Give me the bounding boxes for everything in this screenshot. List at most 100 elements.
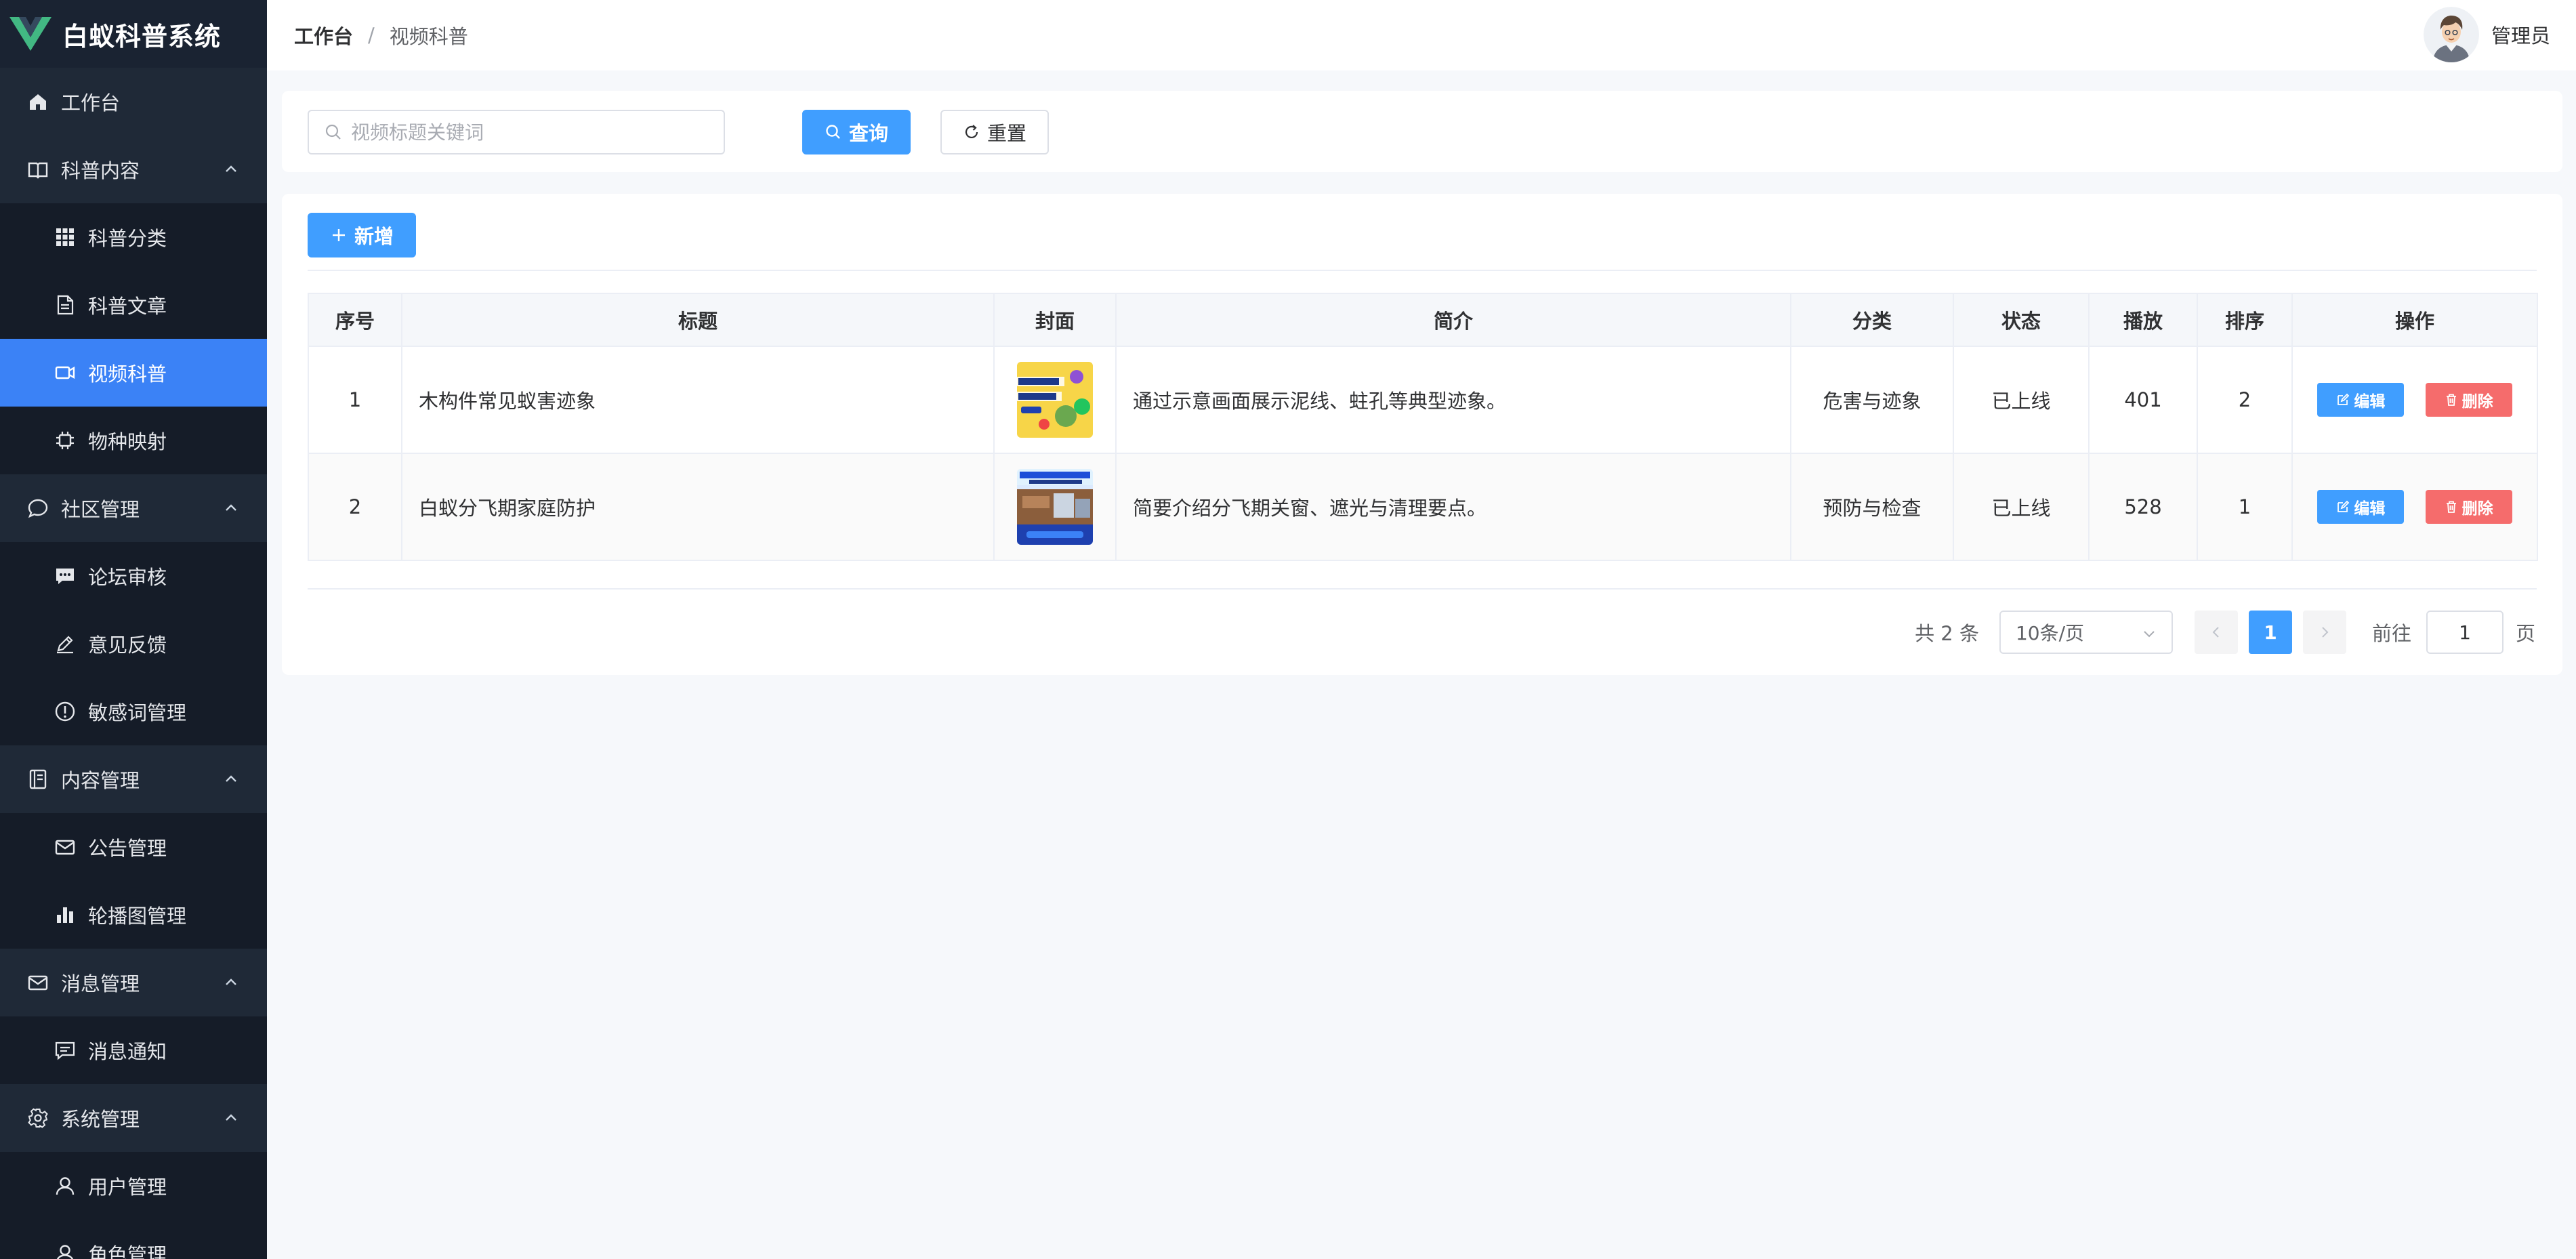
column-header-category[interactable]: 分类 [1790,293,1954,347]
reset-button[interactable]: 重置 [940,110,1049,154]
video-icon [54,362,76,384]
sidebar-group-content[interactable]: 内容管理 [0,745,267,813]
sidebar: 白蚁科普系统 工作台 科普内容 科普分类 科普文章 视频科普 物种映射 社区管理… [0,0,267,1259]
edit-button[interactable]: 编辑 [2317,383,2405,417]
search-input-wrapper[interactable] [308,110,725,154]
chevron-up-icon [226,165,236,172]
sidebar-item-sensitive-words[interactable]: 敏感词管理 [0,678,267,745]
chevron-right-icon [2322,627,2329,638]
table-header-row: 序号 标题 封面 简介 分类 状态 播放 排序 操作 [308,293,2538,347]
sidebar-item-categories[interactable]: 科普分类 [0,203,267,271]
sidebar-group-community[interactable]: 社区管理 [0,474,267,542]
video-list-panel: 新增 序号 标题 封面 简介 分类 状态 播放 排序 操作 1 木构件常见蚁害迹… [282,194,2562,675]
edit-pen-icon [54,633,76,655]
goto-page-input[interactable]: 1 [2426,611,2504,654]
column-header-actions[interactable]: 操作 [2291,293,2538,347]
page-number-current[interactable]: 1 [2248,611,2292,654]
sidebar-item-label: 消息通知 [88,1040,167,1063]
goto-label: 前往 [2371,622,2411,645]
delete-button[interactable]: 删除 [2425,383,2512,417]
search-icon [325,124,341,140]
sidebar-item-species[interactable]: 物种映射 [0,407,267,474]
page-size-value: 10条/页 [2015,622,2085,644]
video-table: 序号 标题 封面 简介 分类 状态 播放 排序 操作 1 木构件常见蚁害迹象 通… [308,293,2538,561]
edit-button[interactable]: 编辑 [2317,490,2405,524]
column-header-cover[interactable]: 封面 [993,293,1117,347]
cell-plays: 401 [2088,346,2198,454]
table-bottom-divider [308,588,2537,590]
sidebar-item-announcements[interactable]: 公告管理 [0,813,267,881]
sidebar-item-label: 角色管理 [88,1243,167,1259]
chevron-down-icon [2144,631,2155,638]
sidebar-item-users[interactable]: 用户管理 [0,1152,267,1220]
chat-square-icon [54,1039,76,1061]
add-button[interactable]: 新增 [308,213,416,257]
column-header-sort[interactable]: 排序 [2197,293,2293,347]
sidebar-item-forum-review[interactable]: 论坛审核 [0,542,267,610]
column-header-index[interactable]: 序号 [308,293,402,347]
logo[interactable]: 白蚁科普系统 [0,0,267,68]
home-icon [27,91,49,112]
delete-button[interactable]: 删除 [2425,490,2512,524]
pagination-total: 共 2 条 [1915,622,1979,645]
sidebar-item-roles[interactable]: 角色管理 [0,1220,267,1259]
cover-thumbnail[interactable] [1017,469,1093,545]
sidebar-item-workbench[interactable]: 工作台 [0,68,267,136]
sidebar-item-label: 科普内容 [61,159,140,182]
sidebar-item-label: 工作台 [61,91,121,115]
breadcrumb-root[interactable]: 工作台 [294,21,353,49]
reset-button-label: 重置 [986,122,1026,145]
sidebar-item-label: 科普分类 [88,227,167,250]
grid-icon [54,226,76,248]
notebook-icon [27,768,49,790]
search-input[interactable] [351,121,717,144]
trash-icon [2446,394,2456,406]
sidebar-group-science-content[interactable]: 科普内容 [0,136,267,203]
message-icon [54,565,76,587]
sidebar-item-carousel[interactable]: 轮播图管理 [0,881,267,949]
bar-chart-icon [54,904,76,926]
sidebar-item-articles[interactable]: 科普文章 [0,271,267,339]
column-header-plays[interactable]: 播放 [2088,293,2198,347]
sidebar-item-label: 科普文章 [88,295,167,318]
prev-page-button[interactable] [2194,611,2238,654]
trash-icon [2446,501,2456,513]
chevron-up-icon [226,978,236,985]
user-menu[interactable]: 管理员 [2423,7,2550,62]
column-header-status[interactable]: 状态 [1953,293,2090,347]
edit-button-label: 编辑 [2354,393,2386,411]
sidebar-item-label: 敏感词管理 [88,701,187,724]
query-button[interactable]: 查询 [802,110,911,154]
document-icon [54,294,76,316]
sidebar-item-label: 公告管理 [88,837,167,860]
sidebar-item-label: 用户管理 [88,1176,167,1199]
sidebar-item-label: 社区管理 [61,498,140,521]
delete-button-label: 删除 [2461,393,2493,411]
vue-logo-icon [9,17,51,51]
sidebar-item-label: 消息管理 [61,972,140,995]
cell-sort: 2 [2197,346,2293,454]
cover-thumbnail[interactable] [1017,362,1093,438]
mail-icon [54,836,76,858]
goto-suffix: 页 [2515,622,2535,645]
sidebar-item-notifications[interactable]: 消息通知 [0,1016,267,1084]
column-header-summary[interactable]: 简介 [1115,293,1791,347]
delete-button-label: 删除 [2461,500,2493,518]
sidebar-item-video[interactable]: 视频科普 [0,339,267,407]
chevron-left-icon [2212,627,2219,638]
page-size-select[interactable]: 10条/页 [1999,611,2173,654]
edit-button-label: 编辑 [2354,500,2386,518]
next-page-button[interactable] [2302,611,2346,654]
sidebar-group-messages[interactable]: 消息管理 [0,949,267,1016]
sidebar-group-system[interactable]: 系统管理 [0,1084,267,1152]
search-icon [826,125,840,139]
cell-title: 白蚁分飞期家庭防护 [401,453,995,561]
sidebar-item-feedback[interactable]: 意见反馈 [0,610,267,678]
column-header-title[interactable]: 标题 [401,293,995,347]
chevron-up-icon [226,1114,236,1121]
cell-category: 危害与迹象 [1790,346,1954,454]
sidebar-item-label: 系统管理 [61,1108,140,1131]
sidebar-item-label: 意见反馈 [88,634,167,657]
table-row: 1 木构件常见蚁害迹象 通过示意画面展示泥线、蛀孔等典型迹象。 危害与迹象 已上… [308,346,2538,454]
warning-circle-icon [54,701,76,722]
